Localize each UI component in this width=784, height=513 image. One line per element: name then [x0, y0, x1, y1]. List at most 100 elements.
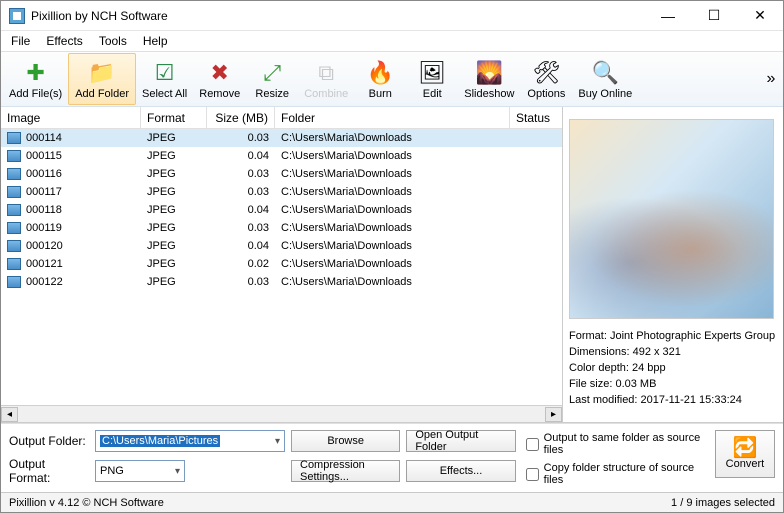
maximize-button[interactable]: ☐ — [691, 1, 737, 30]
file-name: 000119 — [26, 222, 62, 234]
copy-folder-structure-checkbox[interactable]: Copy folder structure of source files — [526, 462, 705, 486]
meta-filesize-value: 0.03 MB — [615, 378, 656, 390]
cell-image: 000120 — [1, 240, 141, 252]
menu-help[interactable]: Help — [137, 32, 174, 50]
browse-button[interactable]: Browse — [291, 430, 400, 452]
compression-settings-button[interactable]: Compression Settings... — [291, 460, 400, 482]
file-icon — [7, 276, 21, 288]
meta-depth-value: 24 bpp — [632, 362, 666, 374]
cell-format: JPEG — [141, 168, 207, 180]
cell-size: 0.04 — [207, 240, 275, 252]
preview-metadata: Format: Joint Photographic Experts Group… — [569, 329, 777, 409]
copy-structure-input[interactable] — [526, 468, 539, 481]
burn-button[interactable]: 🔥Burn — [354, 53, 406, 105]
cell-format: JPEG — [141, 132, 207, 144]
file-name: 000122 — [26, 276, 63, 288]
table-row[interactable]: 000121JPEG0.02C:\Users\Maria\Downloads — [1, 255, 562, 273]
select-all-button[interactable]: ☑Select All — [136, 53, 193, 105]
resize-button[interactable]: ⤢Resize — [246, 53, 298, 105]
table-row[interactable]: 000117JPEG0.03C:\Users\Maria\Downloads — [1, 183, 562, 201]
table-row[interactable]: 000116 JPEG0.03C:\Users\Maria\Downloads — [1, 165, 562, 183]
output-format-combo[interactable]: PNG — [95, 460, 185, 482]
toolbar-overflow-button[interactable]: » — [765, 70, 781, 88]
options-button[interactable]: 🛠Options — [520, 53, 572, 105]
title-bar: Pixillion by NCH Software — ☐ ✕ — [1, 1, 783, 31]
slideshow-icon: 🌄 — [475, 59, 503, 87]
close-button[interactable]: ✕ — [737, 1, 783, 30]
effects-button[interactable]: Effects... — [406, 460, 515, 482]
edit-button[interactable]: 🖼Edit — [406, 53, 458, 105]
resize-icon: ⤢ — [258, 59, 286, 87]
output-folder-value: C:\Users\Maria\Pictures — [100, 435, 220, 447]
file-name: 000116 — [26, 168, 62, 180]
table-row[interactable]: 000119JPEG0.03C:\Users\Maria\Downloads — [1, 219, 562, 237]
meta-depth-label: Color depth: — [569, 362, 629, 374]
cell-format: JPEG — [141, 222, 207, 234]
column-size[interactable]: Size (MB) — [207, 107, 275, 128]
output-folder-label: Output Folder: — [9, 434, 89, 448]
add-folder-button[interactable]: 📁Add Folder — [68, 53, 136, 105]
folder-plus-icon: 📁 — [88, 59, 116, 87]
cell-format: JPEG — [141, 276, 207, 288]
table-row[interactable]: 000120JPEG0.04C:\Users\Maria\Downloads — [1, 237, 562, 255]
cell-folder: C:\Users\Maria\Downloads — [275, 168, 510, 180]
cell-image: 000119 — [1, 222, 141, 234]
cell-folder: C:\Users\Maria\Downloads — [275, 222, 510, 234]
table-row[interactable]: 000114JPEG0.03C:\Users\Maria\Downloads — [1, 129, 562, 147]
column-format[interactable]: Format — [141, 107, 207, 128]
file-icon — [7, 168, 21, 180]
output-folder-combo[interactable]: C:\Users\Maria\Pictures — [95, 430, 285, 452]
cell-folder: C:\Users\Maria\Downloads — [275, 150, 510, 162]
cell-size: 0.03 — [207, 168, 275, 180]
same-folder-input[interactable] — [526, 438, 539, 451]
file-icon — [7, 186, 21, 198]
file-icon — [7, 222, 21, 234]
file-icon — [7, 258, 21, 270]
table-row[interactable]: 000115JPEG0.04C:\Users\Maria\Downloads — [1, 147, 562, 165]
meta-modified-value: 2017-11-21 15:33:24 — [641, 394, 742, 406]
select-all-icon: ☑ — [151, 59, 179, 87]
cell-size: 0.04 — [207, 150, 275, 162]
file-list[interactable]: 000114JPEG0.03C:\Users\Maria\Downloads00… — [1, 129, 562, 405]
file-name: 000118 — [26, 204, 62, 216]
column-folder[interactable]: Folder — [275, 107, 510, 128]
convert-icon: 🔁 — [732, 438, 757, 458]
table-row[interactable]: 000122JPEG0.03C:\Users\Maria\Downloads — [1, 273, 562, 291]
minimize-button[interactable]: — — [645, 1, 691, 30]
status-right: 1 / 9 images selected — [671, 497, 775, 509]
column-status[interactable]: Status — [510, 107, 562, 128]
meta-filesize-label: File size: — [569, 378, 612, 390]
buy-online-button[interactable]: 🔍Buy Online — [572, 53, 638, 105]
meta-dimensions-value: 492 x 321 — [633, 346, 681, 358]
output-format-label: Output Format: — [9, 457, 89, 485]
remove-button[interactable]: ✖Remove — [193, 53, 246, 105]
cell-image: 000114 — [1, 132, 141, 144]
cell-image: 000116 — [1, 168, 141, 180]
menu-effects[interactable]: Effects — [40, 32, 88, 50]
file-icon — [7, 150, 21, 162]
cell-image: 000122 — [1, 276, 141, 288]
menu-tools[interactable]: Tools — [93, 32, 133, 50]
cell-format: JPEG — [141, 186, 207, 198]
table-row[interactable]: 000118JPEG0.04C:\Users\Maria\Downloads — [1, 201, 562, 219]
scroll-left-button[interactable]: ◂ — [1, 407, 18, 422]
output-same-folder-checkbox[interactable]: Output to same folder as source files — [526, 432, 705, 456]
open-output-folder-button[interactable]: Open Output Folder — [406, 430, 515, 452]
plus-icon: ✚ — [22, 59, 50, 87]
status-bar: Pixillion v 4.12 © NCH Software 1 / 9 im… — [1, 492, 783, 512]
cell-size: 0.03 — [207, 132, 275, 144]
toolbar: ✚Add File(s) 📁Add Folder ☑Select All ✖Re… — [1, 51, 783, 107]
slideshow-button[interactable]: 🌄Slideshow — [458, 53, 520, 105]
convert-button[interactable]: 🔁 Convert — [715, 430, 775, 478]
column-image[interactable]: Image — [1, 107, 141, 128]
cell-format: JPEG — [141, 240, 207, 252]
add-files-button[interactable]: ✚Add File(s) — [3, 53, 68, 105]
preview-image — [569, 119, 774, 319]
combine-button: ⧉Combine — [298, 53, 354, 105]
file-name: 000120 — [26, 240, 63, 252]
scroll-right-button[interactable]: ▸ — [545, 407, 562, 422]
status-left: Pixillion v 4.12 © NCH Software — [9, 497, 164, 509]
horizontal-scrollbar[interactable]: ◂ ▸ — [1, 405, 562, 422]
cell-format: JPEG — [141, 150, 207, 162]
menu-file[interactable]: File — [5, 32, 36, 50]
